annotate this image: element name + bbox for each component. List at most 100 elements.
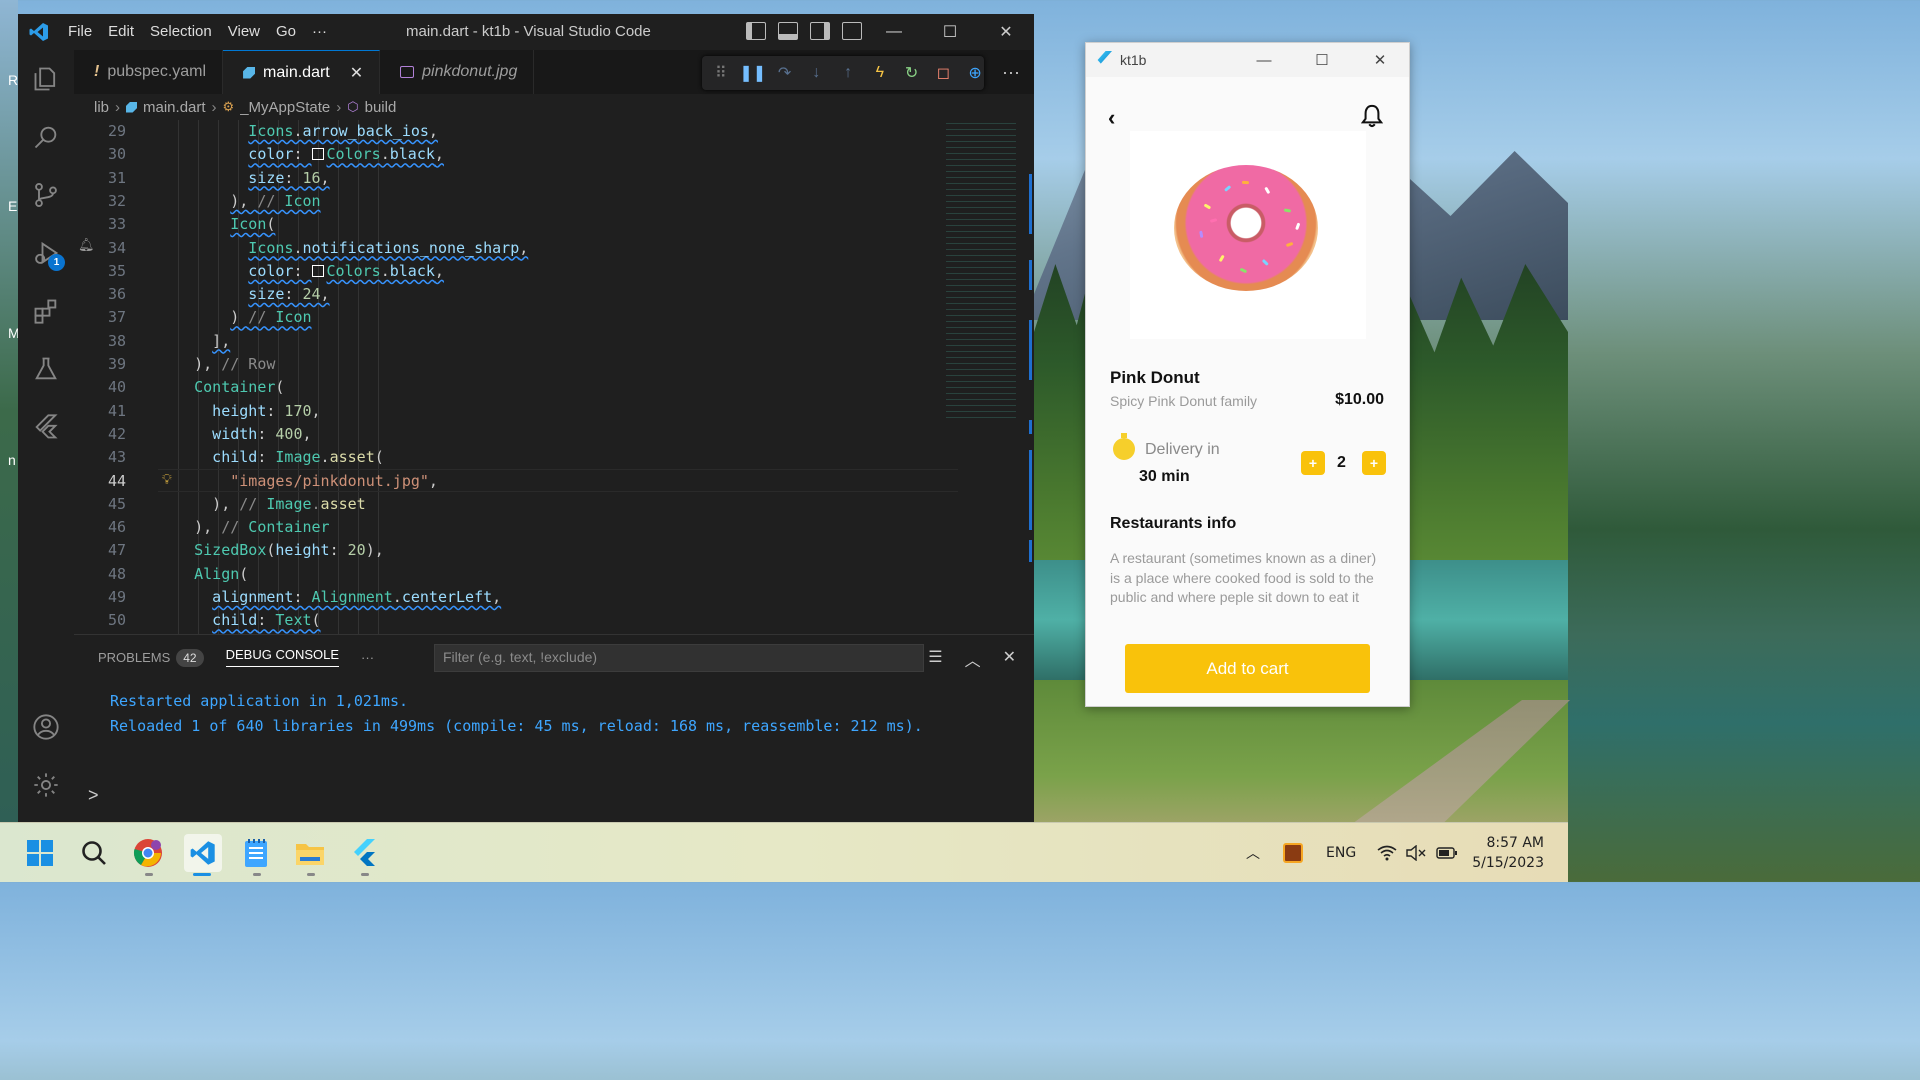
accounts-icon[interactable] (18, 698, 74, 756)
file-explorer-icon[interactable] (294, 837, 326, 869)
testing-icon[interactable] (18, 340, 74, 398)
add-to-cart-button[interactable]: Add to cart (1125, 644, 1370, 693)
line-number: 47 (107, 541, 126, 560)
code-text: ), // Container (194, 518, 330, 537)
dart-icon (126, 101, 138, 113)
chevron-right-icon: › (115, 98, 121, 116)
running-indicator (307, 873, 315, 876)
line-number: 38 (107, 331, 126, 350)
pause-icon[interactable]: ❚❚ (739, 64, 766, 82)
flutter-icon[interactable] (18, 398, 74, 456)
close-tab-icon[interactable]: ✕ (350, 63, 363, 83)
system-clock[interactable]: 8:57 AM 5/15/2023 (1472, 833, 1544, 873)
tray-app-icon[interactable] (1283, 823, 1303, 883)
flutter-inspector-icon[interactable]: ⊕ (966, 64, 984, 82)
volume-muted-icon[interactable] (1406, 823, 1426, 883)
debug-toolbar: ⠿ ❚❚ ↷ ↓ ↑ ϟ ↻ ◻ ⊕ (702, 56, 984, 90)
menu-file[interactable]: File (60, 14, 100, 50)
menu-edit[interactable]: Edit (100, 14, 142, 50)
maximize-panel-icon[interactable]: ︿ (965, 647, 981, 671)
maximize-button[interactable]: ☐ (922, 14, 978, 50)
code-text: size: 24, (248, 285, 330, 304)
tab-label: pubspec.yaml (107, 63, 207, 80)
color-swatch-icon[interactable] (311, 264, 324, 277)
drag-handle-icon[interactable]: ⠿ (712, 64, 730, 82)
app-close-button[interactable]: ✕ (1351, 43, 1409, 77)
restart-icon[interactable]: ↻ (903, 64, 921, 82)
decrease-quantity-button[interactable]: + (1301, 451, 1325, 475)
line-number: 29 (107, 122, 126, 140)
notification-bell-icon[interactable] (1361, 103, 1383, 129)
menu-selection[interactable]: Selection (142, 14, 220, 50)
class-symbol-icon: ⚙ (222, 99, 235, 114)
menu-go[interactable]: Go (268, 14, 304, 50)
color-swatch-icon[interactable] (311, 148, 324, 161)
code-text: Align( (194, 564, 249, 583)
increase-quantity-button[interactable]: + (1362, 451, 1386, 475)
chrome-icon[interactable] (132, 837, 164, 869)
code-text: "images/pinkdonut.jpg", (230, 471, 438, 490)
tab-pubspec[interactable]: ! pubspec.yaml (74, 50, 224, 94)
menu-more[interactable]: ··· (304, 14, 335, 50)
breadcrumb-item[interactable]: lib (94, 99, 109, 116)
minimap[interactable] (946, 120, 1016, 420)
windows-start-icon[interactable] (24, 837, 56, 869)
console-prompt-icon[interactable]: > (88, 785, 99, 806)
stop-icon[interactable]: ◻ (935, 64, 953, 82)
tab-pinkdonut[interactable]: pinkdonut.jpg (380, 50, 535, 94)
line-number: 42 (107, 424, 126, 443)
console-filter-input[interactable]: Filter (e.g. text, !exclude) (434, 644, 924, 672)
notepad-icon[interactable] (240, 837, 272, 869)
lightbulb-icon[interactable]: 💡︎ (162, 472, 172, 488)
line-number: 50 (107, 611, 126, 630)
tab-debug-console[interactable]: DEBUG CONSOLE (225, 647, 340, 667)
wifi-icon[interactable] (1377, 823, 1397, 883)
tab-main-dart[interactable]: main.dart ✕ (223, 50, 381, 94)
quantity-value: 2 (1337, 454, 1346, 471)
source-control-icon[interactable] (18, 166, 74, 224)
explorer-icon[interactable] (18, 50, 74, 108)
settings-gear-icon[interactable] (18, 756, 74, 814)
close-panel-icon[interactable]: ✕ (1003, 647, 1016, 671)
back-arrow-icon[interactable]: ‹ (1108, 105, 1115, 131)
restaurants-info-description: A restaurant (sometimes known as a diner… (1110, 550, 1377, 605)
breadcrumb-item[interactable]: build (365, 99, 397, 116)
app-maximize-button[interactable]: ☐ (1293, 43, 1351, 77)
flutter-icon[interactable] (348, 837, 380, 869)
panel-more-icon[interactable]: ··· (361, 650, 374, 665)
customize-layout-icon[interactable] (842, 22, 862, 40)
timer-icon (1113, 433, 1135, 460)
vscode-icon[interactable] (184, 834, 222, 872)
toggle-panel-icon[interactable] (778, 22, 798, 40)
battery-icon[interactable] (1436, 823, 1458, 883)
line-number: 31 (107, 168, 126, 187)
code-editor[interactable]: 🔔︎ 💡︎ 29 Icons.arrow_back_ios, 30 color: Co… (74, 120, 1034, 634)
clear-console-icon[interactable]: ☰ (928, 647, 942, 671)
toggle-secondary-sidebar-icon[interactable] (810, 22, 830, 40)
minimize-button[interactable]: — (866, 14, 922, 50)
breadcrumb-item[interactable]: main.dart (143, 99, 206, 116)
close-button[interactable]: ✕ (978, 14, 1034, 50)
tab-problems[interactable]: PROBLEMS 42 (98, 648, 204, 667)
toggle-primary-sidebar-icon[interactable] (746, 22, 766, 40)
search-icon[interactable] (78, 837, 110, 869)
window-title: main.dart - kt1b - Visual Studio Code (406, 23, 651, 40)
clock-date: 5/15/2023 (1472, 855, 1544, 871)
hot-reload-icon[interactable]: ϟ (871, 64, 889, 82)
scrollbar[interactable] (1029, 120, 1033, 634)
breadcrumb-item[interactable]: _MyAppState (240, 99, 330, 116)
step-out-icon[interactable]: ↑ (839, 64, 857, 82)
run-and-debug-icon[interactable]: 1 (18, 224, 74, 282)
running-indicator (361, 873, 369, 876)
language-indicator[interactable]: ENG (1326, 823, 1356, 883)
search-icon[interactable] (18, 108, 74, 166)
tray-overflow-chevron-up-icon[interactable]: ︿ (1246, 823, 1260, 883)
app-minimize-button[interactable]: — (1235, 43, 1293, 77)
more-actions-icon[interactable]: ··· (1002, 62, 1020, 83)
extensions-icon[interactable] (18, 282, 74, 340)
step-over-icon[interactable]: ↷ (776, 64, 794, 82)
menu-view[interactable]: View (220, 14, 268, 50)
step-into-icon[interactable]: ↓ (808, 64, 826, 82)
vscode-logo-icon (18, 14, 60, 50)
clock-time: 8:57 AM (1486, 835, 1544, 851)
